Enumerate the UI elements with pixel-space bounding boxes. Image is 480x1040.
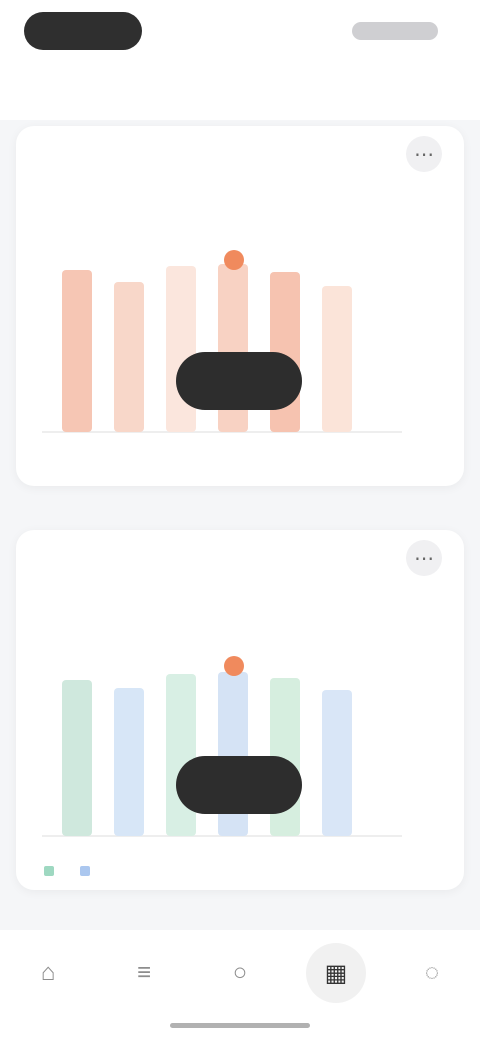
summary-pill-button[interactable] bbox=[176, 352, 302, 410]
legend-swatch bbox=[44, 866, 54, 876]
highlight-point bbox=[224, 656, 244, 676]
bottom-navigation: ⌂ ≡ ○ ▦ ◌ bbox=[0, 930, 480, 1040]
top-chart bbox=[42, 212, 402, 452]
y-tick bbox=[410, 282, 444, 318]
y-tick bbox=[410, 318, 444, 354]
top-bar-2 bbox=[114, 282, 144, 432]
status-pill bbox=[24, 12, 142, 50]
y-tick bbox=[410, 758, 444, 794]
top-bar-1 bbox=[62, 270, 92, 432]
y-tick bbox=[410, 614, 444, 650]
y-tick bbox=[410, 686, 444, 722]
home-indicator bbox=[170, 1023, 310, 1028]
page-header bbox=[0, 62, 480, 120]
y-tick bbox=[410, 794, 444, 830]
bottom-y-scale bbox=[410, 614, 444, 852]
summary-card-top: ⋯ bbox=[16, 126, 464, 486]
chart-icon[interactable]: ▦ bbox=[306, 943, 366, 1003]
bottom-bar-3 bbox=[166, 674, 196, 836]
circle-icon[interactable]: ○ bbox=[210, 943, 270, 1003]
status-bar bbox=[0, 0, 480, 62]
y-tick bbox=[410, 210, 444, 246]
status-indicators bbox=[352, 22, 438, 40]
user-icon[interactable]: ◌ bbox=[402, 943, 462, 1003]
app-screen: ⋯ ⋯ ⌂ ≡ ○ ▦ ◌ bbox=[0, 0, 480, 1040]
top-chart-svg bbox=[42, 250, 402, 433]
highlight-point bbox=[224, 250, 244, 270]
top-y-scale bbox=[410, 210, 444, 448]
y-tick bbox=[410, 722, 444, 758]
top-bar-6 bbox=[322, 286, 352, 432]
legend bbox=[44, 866, 96, 876]
bottom-bar-6 bbox=[322, 690, 352, 836]
y-tick bbox=[410, 354, 444, 390]
bottom-chart bbox=[42, 616, 402, 856]
legend-item bbox=[44, 866, 60, 876]
legend-item bbox=[80, 866, 96, 876]
y-tick bbox=[410, 390, 444, 426]
summary-card-bottom: ⋯ bbox=[16, 530, 464, 890]
list-icon[interactable]: ≡ bbox=[114, 943, 174, 1003]
legend-swatch bbox=[80, 866, 90, 876]
home-icon[interactable]: ⌂ bbox=[18, 943, 78, 1003]
summary-pill-button[interactable] bbox=[176, 756, 302, 814]
bottom-bar-1 bbox=[62, 680, 92, 836]
bottom-bar-2 bbox=[114, 688, 144, 836]
more-horizontal-icon[interactable]: ⋯ bbox=[406, 540, 442, 576]
y-tick bbox=[410, 246, 444, 282]
more-horizontal-icon[interactable]: ⋯ bbox=[406, 136, 442, 172]
bottom-chart-svg bbox=[42, 656, 402, 837]
y-tick bbox=[410, 650, 444, 686]
